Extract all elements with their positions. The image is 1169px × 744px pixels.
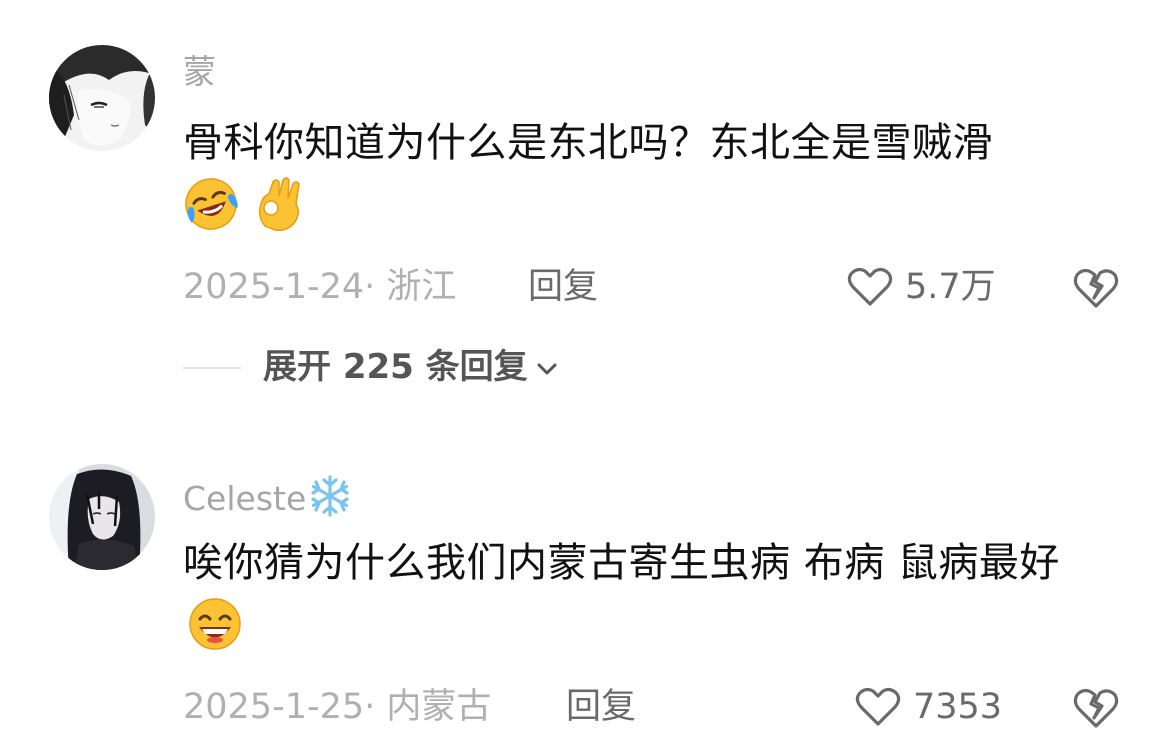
- avatar-illustration: [49, 45, 155, 151]
- comment-date-location: 2025-1-24· 浙江: [183, 267, 457, 307]
- expand-replies-button[interactable]: 展开 225 条回复: [263, 342, 558, 392]
- comment-text-content: 骨科你知道为什么是东北吗？东北全是雪贼滑: [183, 120, 993, 166]
- comment-text-content: 唉你猜为什么我们内蒙古寄生虫病 布病 鼠病最好: [183, 540, 1060, 586]
- snowflake-emoji: [311, 475, 349, 517]
- expand-replies: 展开 225 条回复: [183, 342, 783, 392]
- comment-date-location: 2025-1-25· 内蒙古: [183, 687, 492, 727]
- comment-text: 唉你猜为什么我们内蒙古寄生虫病 布病 鼠病最好: [183, 530, 1103, 662]
- username[interactable]: Celeste: [183, 474, 352, 518]
- expand-divider: [183, 367, 241, 369]
- comment-item: 蒙 骨科你知道为什么是东北吗？东北全是雪贼滑 2025-1-24· 浙江 回复 …: [0, 0, 1169, 400]
- heart-outline-icon: [855, 687, 901, 726]
- comment-meta: 2025-1-24· 浙江 回复 5.7万: [183, 262, 1133, 312]
- chevron-down-icon: [537, 363, 557, 374]
- like-button[interactable]: 7353: [855, 686, 1005, 728]
- broken-heart-icon[interactable]: [1073, 266, 1119, 310]
- laughing-crying-emoji: [185, 178, 238, 230]
- ok-hand-emoji: [258, 177, 300, 232]
- like-count: 7353: [913, 687, 1003, 727]
- comment-text: 骨科你知道为什么是东北吗？东北全是雪贼滑: [183, 110, 1103, 242]
- grinning-emoji: [189, 598, 241, 650]
- expand-replies-label: 展开 225 条回复: [263, 347, 528, 387]
- comment-meta: 2025-1-25· 内蒙古 回复 7353: [183, 682, 1133, 732]
- heart-outline-icon: [847, 267, 893, 306]
- like-count: 5.7万: [905, 267, 996, 307]
- comment-item: Celeste 唉你猜为什么我们内蒙古寄生虫病 布病 鼠病最好 2025-1-2…: [0, 440, 1169, 744]
- like-button[interactable]: 5.7万: [847, 266, 1007, 308]
- username-text: Celeste: [183, 479, 307, 518]
- reply-button[interactable]: 回复: [528, 262, 598, 312]
- reply-button[interactable]: 回复: [566, 682, 636, 732]
- avatar[interactable]: [49, 464, 155, 570]
- avatar-illustration: [49, 464, 155, 570]
- avatar[interactable]: [49, 45, 155, 151]
- broken-heart-icon[interactable]: [1073, 686, 1119, 730]
- username[interactable]: 蒙: [183, 55, 216, 88]
